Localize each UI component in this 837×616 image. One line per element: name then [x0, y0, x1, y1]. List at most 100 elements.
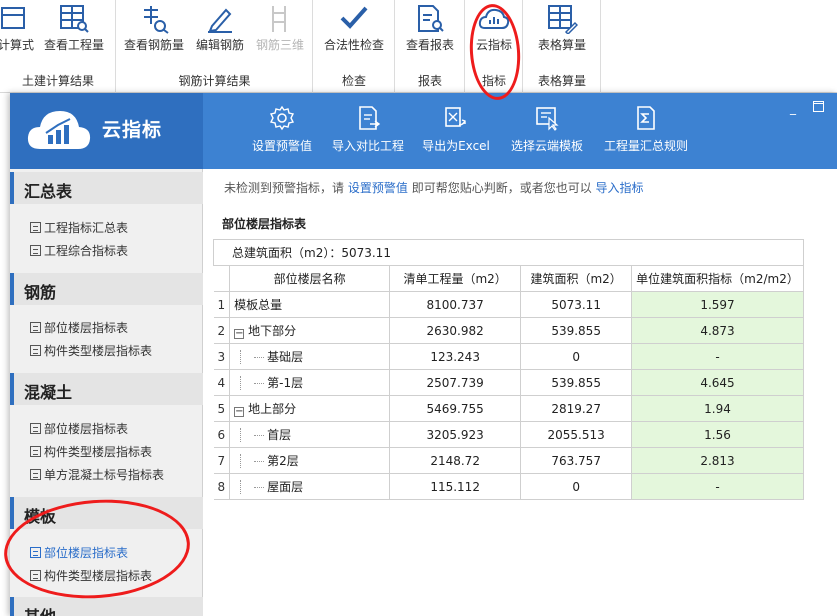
- dialog-logo: 云指标: [10, 93, 203, 169]
- sidebar-item-formwork-floor[interactable]: 部位楼层指标表: [30, 544, 128, 561]
- sidebar-item-concrete-component[interactable]: 构件类型楼层指标表: [30, 443, 152, 460]
- legality-check-button[interactable]: 合法性检查: [319, 0, 389, 53]
- sidebar-item-rebar-floor[interactable]: 部位楼层指标表: [30, 319, 128, 336]
- table-row[interactable]: 1 模板总量 8100.737 5073.11 1.597: [213, 291, 804, 318]
- table-row[interactable]: 5− 地上部分 5469.755 2819.27 1.94: [213, 395, 804, 422]
- table-row[interactable]: 6 首层 3205.923 2055.513 1.56: [213, 421, 804, 448]
- area-cell: 539.855: [520, 317, 633, 344]
- ribbon-toolbar: 计算式 查看工程量 土建计算结果 查看钢筋量 编辑钢筋 钢筋三维 钢筋计算结果: [0, 0, 837, 93]
- row-number: 4: [213, 369, 231, 396]
- table-calc-button[interactable]: 表格算量: [527, 0, 597, 53]
- select-cloud-template-button[interactable]: 选择云端模板: [506, 105, 588, 154]
- ribbon-group-label: 指标: [481, 74, 506, 88]
- export-excel-button[interactable]: 导出为Excel: [418, 105, 494, 154]
- index-cell: 4.873: [631, 317, 804, 344]
- dialog-header: 云指标 设置预警值 导入对比工程 导出为Excel 选择云端模板 工程量汇总规则: [10, 93, 837, 169]
- sidebar-item-concrete-grade[interactable]: 单方混凝土标号指标表: [30, 466, 164, 483]
- sidebar-section-concrete[interactable]: 混凝土: [10, 373, 203, 405]
- row-number: 2: [213, 317, 231, 344]
- index-cell: 4.645: [631, 369, 804, 396]
- view-report-button[interactable]: 查看报表: [401, 0, 459, 53]
- row-number: 7: [213, 447, 231, 474]
- sidebar-section-other[interactable]: 其他: [10, 597, 203, 616]
- sidebar-section-summary[interactable]: 汇总表: [10, 172, 203, 204]
- pencil-icon: [208, 8, 232, 33]
- ribbon-group-table-calc: 表格算量 表格算量: [523, 0, 601, 93]
- table-row[interactable]: 3 基础层 123.243 0-: [213, 343, 804, 370]
- table-row[interactable]: 8 屋面层 115.112 0-: [213, 473, 804, 500]
- document-icon: [30, 446, 41, 457]
- ribbon-group-civil-results: 计算式 查看工程量 土建计算结果: [0, 0, 116, 93]
- import-document-icon: [359, 106, 381, 130]
- index-cell: 1.56: [631, 421, 804, 448]
- formula-icon: [1, 7, 25, 29]
- sidebar-item-formwork-component[interactable]: 构件类型楼层指标表: [30, 567, 152, 584]
- table-row[interactable]: 2− 地下部分 2630.982 539.855 4.873: [213, 317, 804, 344]
- ribbon-group-index: 云指标 指标: [465, 0, 523, 93]
- area-cell: 763.757: [520, 447, 633, 474]
- quantity-cell: 123.243: [389, 343, 522, 370]
- row-number: 3: [213, 343, 231, 370]
- row-number: 8: [213, 473, 231, 500]
- cloud-index-button[interactable]: 云指标: [467, 0, 521, 53]
- sidebar-item-rebar-component[interactable]: 构件类型楼层指标表: [30, 342, 152, 359]
- table-search-icon: [60, 5, 89, 33]
- table-row[interactable]: 7 第2层 2148.72 763.757 2.813: [213, 447, 804, 474]
- name-cell: 第2层: [229, 447, 391, 474]
- set-warning-link[interactable]: 设置预警值: [348, 181, 408, 195]
- import-compare-button[interactable]: 导入对比工程: [330, 105, 406, 154]
- quantity-cell: 3205.923: [389, 421, 522, 448]
- formula-button[interactable]: 计算式: [0, 0, 38, 53]
- view-quantity-button[interactable]: 查看工程量: [40, 0, 108, 53]
- name-cell: 模板总量: [229, 291, 391, 318]
- index-cell: 1.597: [631, 291, 804, 318]
- rebar-3d-icon: [272, 6, 286, 32]
- ribbon-group-label: 表格算量: [537, 74, 586, 88]
- minimize-icon[interactable]: _: [790, 101, 796, 115]
- ribbon-group-check: 合法性检查 检查: [313, 0, 395, 93]
- name-cell: 首层: [229, 421, 391, 448]
- tree-line: [240, 428, 254, 442]
- summary-rules-button[interactable]: 工程量汇总规则: [602, 105, 690, 154]
- ribbon-group-label: 检查: [341, 74, 366, 88]
- document-icon: [30, 469, 41, 480]
- area-cell: 2819.27: [520, 395, 633, 422]
- set-warning-button[interactable]: 设置预警值: [247, 105, 317, 154]
- name-cell: 第-1层: [229, 369, 391, 396]
- index-table: 总建筑面积（m2）：5073.11 部位楼层名称 清单工程量（m2） 建筑面积（…: [213, 239, 804, 500]
- checkmark-icon: [340, 6, 368, 29]
- column-header: 部位楼层名称: [229, 265, 391, 292]
- view-rebar-button[interactable]: 查看钢筋量: [122, 0, 186, 53]
- rebar-search-icon: [144, 6, 169, 34]
- edit-rebar-button[interactable]: 编辑钢筋: [188, 0, 252, 53]
- import-index-link[interactable]: 导入指标: [596, 181, 644, 195]
- area-cell: 539.855: [520, 369, 633, 396]
- index-cell: 1.94: [631, 395, 804, 422]
- table-edit-icon: [548, 5, 578, 34]
- document-icon: [30, 570, 41, 581]
- row-number-header: [213, 265, 231, 292]
- rebar-3d-button[interactable]: 钢筋三维: [252, 0, 308, 53]
- column-header: 清单工程量（m2）: [389, 265, 522, 292]
- app-window: 计算式 查看工程量 土建计算结果 查看钢筋量 编辑钢筋 钢筋三维 钢筋计算结果: [0, 0, 837, 616]
- ribbon-group-report: 查看报表 报表: [395, 0, 465, 93]
- document-icon: [30, 222, 41, 233]
- maximize-icon[interactable]: [813, 101, 824, 115]
- sidebar-section-rebar[interactable]: 钢筋: [10, 273, 203, 305]
- table-row[interactable]: 4 第-1层 2507.739 539.855 4.645: [213, 369, 804, 396]
- row-number: 6: [213, 421, 231, 448]
- index-cell: 2.813: [631, 447, 804, 474]
- collapse-toggle-icon[interactable]: −: [234, 407, 245, 417]
- quantity-cell: 8100.737: [389, 291, 522, 318]
- column-header: 单位建筑面积指标（m2/m2）: [631, 265, 804, 292]
- area-cell: 2055.513: [520, 421, 633, 448]
- sidebar-item-concrete-floor[interactable]: 部位楼层指标表: [30, 420, 128, 437]
- table-header-row: 部位楼层名称 清单工程量（m2） 建筑面积（m2） 单位建筑面积指标（m2/m2…: [213, 265, 804, 292]
- collapse-toggle-icon[interactable]: −: [234, 329, 245, 339]
- sidebar-item-project-summary[interactable]: 工程指标汇总表: [30, 219, 128, 236]
- sidebar-section-formwork[interactable]: 模板: [10, 497, 203, 529]
- sidebar-item-project-composite[interactable]: 工程综合指标表: [30, 242, 128, 259]
- area-cell: 0: [520, 473, 633, 500]
- ribbon-group-label: 土建计算结果: [21, 74, 94, 88]
- index-cell: -: [631, 473, 804, 500]
